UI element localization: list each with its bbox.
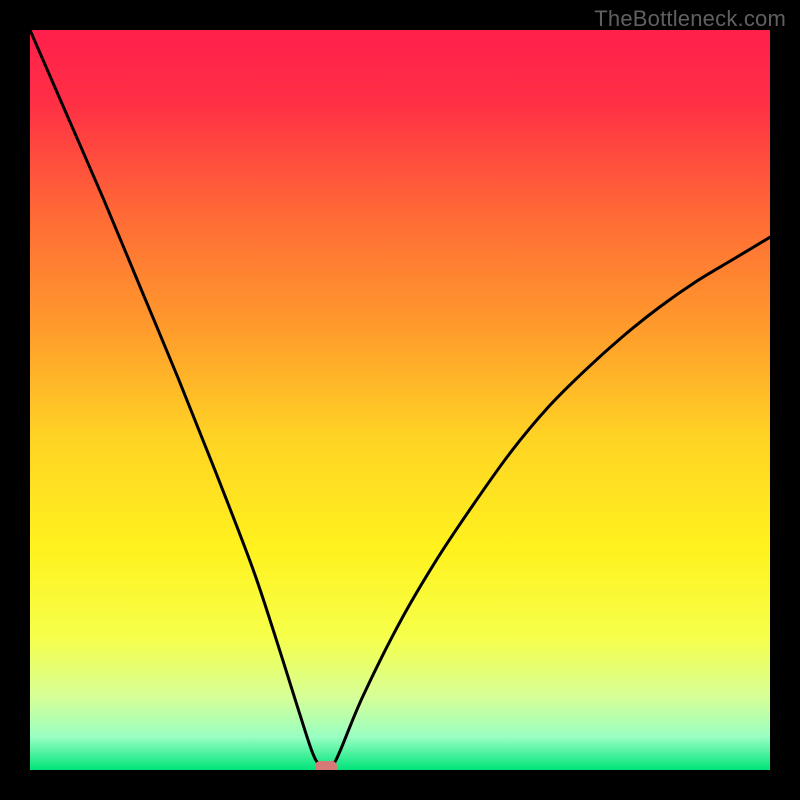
plot-area [30,30,770,770]
chart-svg [30,30,770,770]
chart-frame: TheBottleneck.com [0,0,800,800]
gradient-background [30,30,770,770]
optimal-marker [315,761,337,770]
watermark-text: TheBottleneck.com [594,6,786,32]
